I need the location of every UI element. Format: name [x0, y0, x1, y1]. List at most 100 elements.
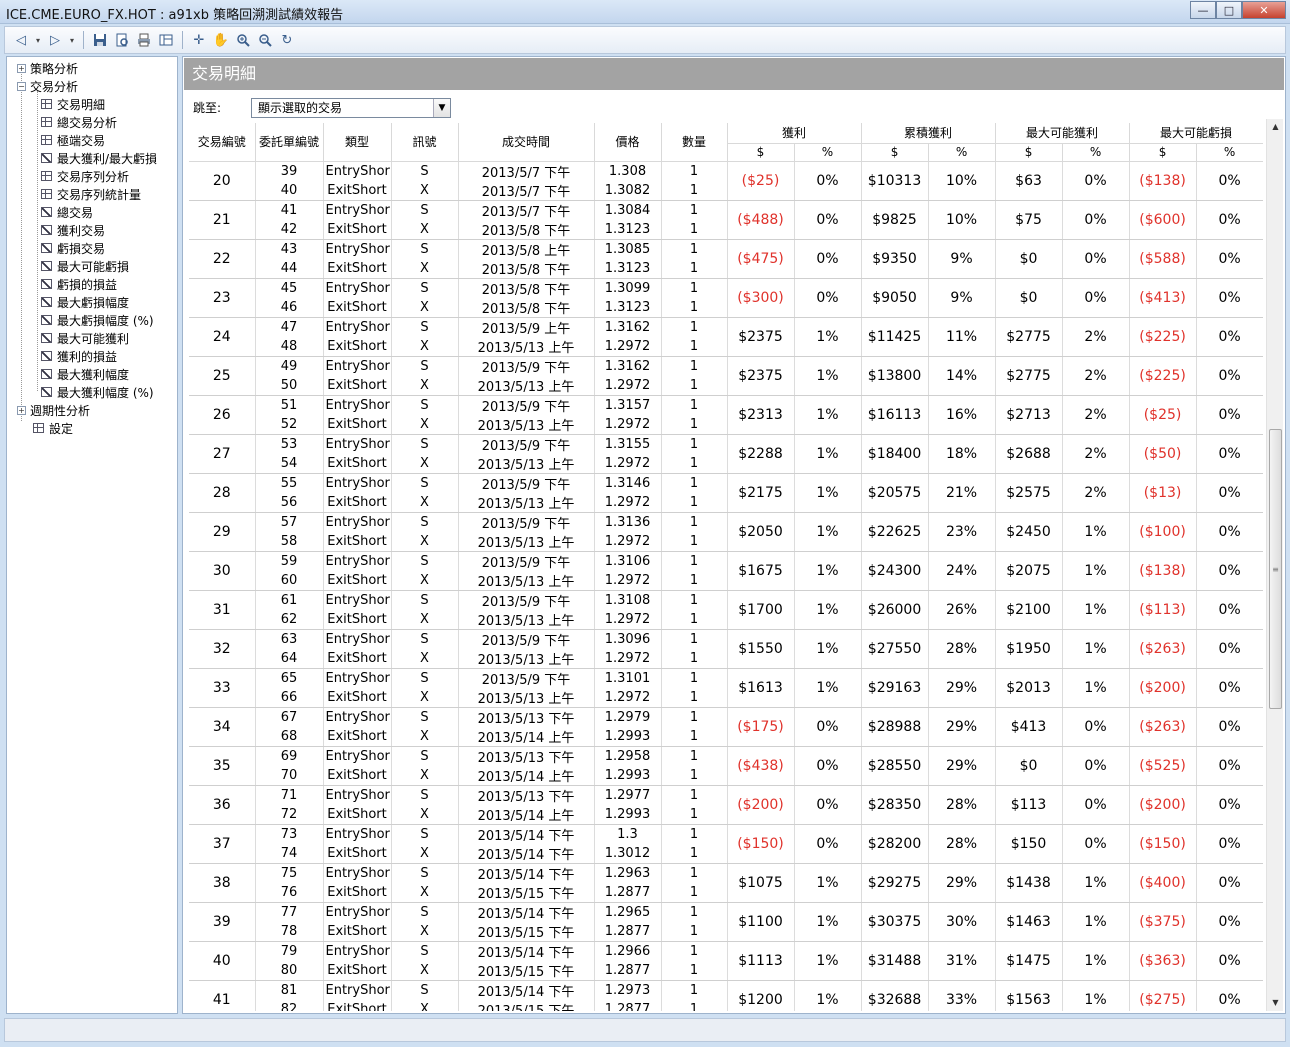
table-row[interactable]: 39 77 EntryShor S 2013/5/14 下午 1.2965 1 $1100 1%…: [189, 902, 1263, 942]
table-row[interactable]: 41 81 EntryShor S 2013/5/14 下午 1.2973 1 $1200 1%…: [189, 980, 1263, 1011]
tree-item[interactable]: 虧損交易: [41, 239, 105, 257]
table-row[interactable]: 25 49 EntryShor S 2013/5/9 下午 1.3162 1 $2375 1% $…: [189, 356, 1263, 396]
trade-number-cell: 39: [189, 902, 256, 942]
table-row[interactable]: 35 69 EntryShor S 2013/5/13 下午 1.2958 1 ($438) 0…: [189, 746, 1263, 786]
print-icon[interactable]: [134, 30, 154, 50]
table-row[interactable]: 30 59 EntryShor S 2013/5/9 下午 1.3106 1 $1675 1% $…: [189, 551, 1263, 591]
navigation-tree: + 策略分析 − 交易分析 交易明細 總交易分析 極端交易 最大獲利/最大虧損 交易序列分析 交易…: [6, 56, 178, 1014]
tree-item[interactable]: 獲利交易: [41, 221, 105, 239]
price-cell: 1.3123: [594, 219, 662, 240]
table-row[interactable]: 31 61 EntryShor S 2013/5/9 下午 1.3108 1 $1700 1% $…: [189, 590, 1263, 630]
table-row[interactable]: 22 43 EntryShor S 2013/5/8 上午 1.3085 1 ($475) 0%…: [189, 239, 1263, 279]
dropdown-icon[interactable]: ▾: [67, 30, 77, 50]
back-icon[interactable]: ◁: [11, 30, 31, 50]
col-trade-no[interactable]: 交易編號: [189, 123, 256, 162]
col-signal[interactable]: 訊號: [391, 123, 459, 162]
print-preview-icon[interactable]: [112, 30, 132, 50]
jump-select[interactable]: 顯示選取的交易 ▼: [251, 98, 451, 118]
mfe-pct-cell: 1%: [1062, 590, 1130, 630]
fill-time-cell: 2013/5/14 下午: [458, 941, 595, 961]
table-row[interactable]: 24 47 EntryShor S 2013/5/9 上午 1.3162 1 $2375 1% $…: [189, 317, 1263, 357]
refresh-icon[interactable]: ↻: [277, 30, 297, 50]
table-row[interactable]: 26 51 EntryShor S 2013/5/9 下午 1.3157 1 $2313 1% $…: [189, 395, 1263, 435]
cum-pnl-dollar-cell: $28550: [861, 746, 929, 786]
fill-time-cell: 2013/5/14 上午: [458, 765, 595, 786]
col-cum-pnl[interactable]: 累積獲利: [861, 123, 996, 144]
tree-item[interactable]: 最大獲利幅度: [41, 365, 129, 383]
tree-item[interactable]: 獲利的損益: [41, 347, 117, 365]
dropdown-icon[interactable]: ▾: [33, 30, 43, 50]
minimize-button[interactable]: —: [1190, 1, 1216, 19]
expand-icon[interactable]: +: [17, 63, 26, 73]
table-row[interactable]: 27 53 EntryShor S 2013/5/9 下午 1.3155 1 $2288 1% $…: [189, 434, 1263, 474]
close-button[interactable]: ✕: [1242, 1, 1286, 19]
mfe-dollar-cell: $2775: [995, 317, 1063, 357]
tree-item[interactable]: − 交易分析: [17, 77, 78, 95]
table-row[interactable]: 36 71 EntryShor S 2013/5/13 下午 1.2977 1 ($200) 0…: [189, 785, 1263, 825]
tree-item[interactable]: 最大虧損幅度 (%): [41, 311, 154, 329]
layout-icon[interactable]: [156, 30, 176, 50]
table-row[interactable]: 23 45 EntryShor S 2013/5/8 下午 1.3099 1 ($300) 0%…: [189, 278, 1263, 318]
table-row[interactable]: 20 39 EntryShor S 2013/5/7 下午 1.308 1 ($25) 0% $1…: [189, 161, 1263, 201]
tree-item[interactable]: 交易序列統計量: [41, 185, 141, 203]
price-cell: 1.308: [594, 161, 662, 181]
collapse-icon[interactable]: −: [17, 81, 26, 91]
col-order-no[interactable]: 委託單編號: [255, 123, 324, 162]
save-icon[interactable]: [90, 30, 110, 50]
table-row[interactable]: 37 73 EntryShor S 2013/5/14 下午 1.3 1 ($150) 0% $2…: [189, 824, 1263, 864]
zoom-in-icon[interactable]: [233, 30, 253, 50]
crosshair-icon[interactable]: ✛: [189, 30, 209, 50]
scroll-thumb[interactable]: ≡: [1269, 429, 1282, 709]
tree-item[interactable]: 最大虧損幅度: [41, 293, 129, 311]
trade-number-cell: 40: [189, 941, 256, 981]
tree-item[interactable]: 設定: [33, 419, 73, 437]
chevron-down-icon[interactable]: ▼: [433, 99, 450, 117]
maximize-button[interactable]: □: [1216, 1, 1242, 19]
tree-item[interactable]: 最大獲利/最大虧損: [41, 149, 157, 167]
tree-item[interactable]: 虧損的損益: [41, 275, 117, 293]
col-mfe[interactable]: 最大可能獲利: [995, 123, 1130, 144]
table-row[interactable]: 40 79 EntryShor S 2013/5/14 下午 1.2966 1 $1113 1%…: [189, 941, 1263, 981]
hand-icon[interactable]: ✋: [211, 30, 231, 50]
jump-select-value: 顯示選取的交易: [258, 101, 343, 115]
pnl-pct-cell: 1%: [794, 980, 862, 1011]
tree-item[interactable]: + 週期性分析: [17, 401, 90, 419]
price-cell: 1.2972: [594, 414, 662, 435]
cum-pnl-pct-cell: 29%: [928, 668, 996, 708]
col-time[interactable]: 成交時間: [458, 123, 595, 162]
tree-item[interactable]: 極端交易: [41, 131, 105, 149]
scroll-down-icon[interactable]: ▼: [1267, 995, 1284, 1011]
tree-item[interactable]: 最大可能虧損: [41, 257, 129, 275]
fill-time-cell: 2013/5/8 下午: [458, 258, 595, 279]
table-row[interactable]: 29 57 EntryShor S 2013/5/9 下午 1.3136 1 $2050 1% $…: [189, 512, 1263, 552]
table-row[interactable]: 38 75 EntryShor S 2013/5/14 下午 1.2963 1 $1075 1%…: [189, 863, 1263, 903]
table-row[interactable]: 33 65 EntryShor S 2013/5/9 下午 1.3101 1 $1613 1% $…: [189, 668, 1263, 708]
col-type[interactable]: 類型: [323, 123, 392, 162]
col-price[interactable]: 價格: [594, 123, 662, 162]
tree-item[interactable]: + 策略分析: [17, 59, 78, 77]
forward-icon[interactable]: ▷: [45, 30, 65, 50]
col-pnl[interactable]: 獲利: [727, 123, 862, 144]
table-row[interactable]: 34 67 EntryShor S 2013/5/13 下午 1.2979 1 ($175) 0…: [189, 707, 1263, 747]
mfe-dollar-cell: $2713: [995, 395, 1063, 435]
table-row[interactable]: 21 41 EntryShor S 2013/5/7 下午 1.3084 1 ($488) 0%…: [189, 200, 1263, 240]
cum-pnl-dollar-cell: $10313: [861, 161, 929, 201]
mfe-pct-cell: 0%: [1062, 278, 1130, 318]
col-mae-pct: %: [1196, 143, 1263, 162]
table-row[interactable]: 32 63 EntryShor S 2013/5/9 下午 1.3096 1 $1550 1% $…: [189, 629, 1263, 669]
tree-item[interactable]: 最大可能獲利: [41, 329, 129, 347]
tree-item[interactable]: 最大獲利幅度 (%): [41, 383, 154, 401]
col-qty[interactable]: 數量: [661, 123, 728, 162]
mfe-pct-cell: 0%: [1062, 785, 1130, 825]
tree-item[interactable]: 總交易: [41, 203, 93, 221]
tree-item[interactable]: 交易序列分析: [41, 167, 129, 185]
pnl-pct-cell: 1%: [794, 395, 862, 435]
scroll-up-icon[interactable]: ▲: [1267, 119, 1284, 135]
zoom-out-icon[interactable]: [255, 30, 275, 50]
col-mae[interactable]: 最大可能虧損: [1129, 123, 1263, 144]
vertical-scrollbar[interactable]: ▲ ≡ ▼: [1266, 119, 1283, 1011]
tree-item[interactable]: 交易明細: [41, 95, 105, 113]
table-row[interactable]: 28 55 EntryShor S 2013/5/9 下午 1.3146 1 $2175 1% $…: [189, 473, 1263, 513]
tree-item[interactable]: 總交易分析: [41, 113, 117, 131]
expand-icon[interactable]: +: [17, 405, 26, 415]
